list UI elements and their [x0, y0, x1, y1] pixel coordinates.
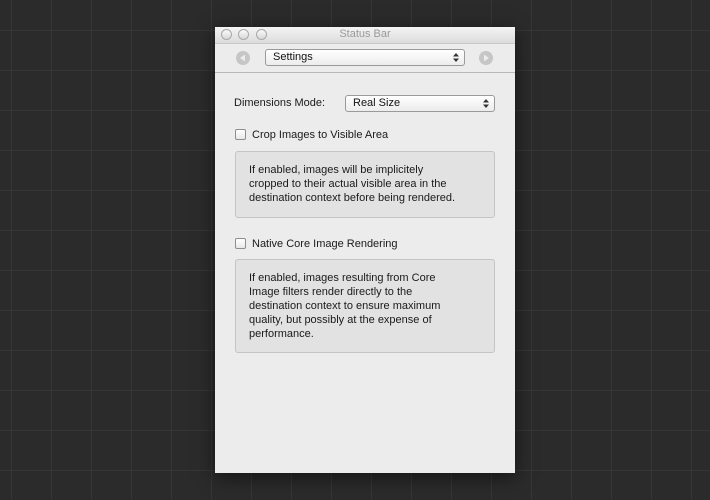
native-core-image-label[interactable]: Native Core Image Rendering: [252, 238, 398, 250]
back-button[interactable]: [236, 51, 250, 65]
chevron-updown-icon: [453, 53, 459, 62]
description-line: cropped to their actual visible area in …: [249, 178, 447, 190]
description-line: performance.: [249, 328, 314, 340]
crop-images-label[interactable]: Crop Images to Visible Area: [252, 129, 388, 141]
description-line: If enabled, images will be implicitely: [249, 164, 424, 176]
description-line: Image filters render directly to the: [249, 286, 413, 298]
inspector-window: Status Bar Settings Dimensions Mode: Rea…: [215, 27, 515, 473]
crop-images-description: If enabled, images will be implicitely c…: [235, 151, 495, 218]
chevron-updown-icon: [483, 99, 489, 108]
description-line: quality, but possibly at the expense of: [249, 314, 432, 326]
native-core-image-checkbox[interactable]: [235, 238, 246, 249]
toolbar: Settings: [215, 44, 515, 73]
description-line: destination context to ensure maximum: [249, 300, 441, 312]
description-line: If enabled, images resulting from Core: [249, 272, 436, 284]
panel-select[interactable]: Settings: [265, 49, 465, 66]
native-core-image-description: If enabled, images resulting from Core I…: [235, 259, 495, 353]
chevron-right-icon: [484, 54, 489, 62]
forward-button[interactable]: [479, 51, 493, 65]
panel-select-value: Settings: [273, 51, 313, 63]
dimensions-mode-select[interactable]: Real Size: [345, 95, 495, 112]
crop-images-checkbox[interactable]: [235, 129, 246, 140]
dimensions-mode-value: Real Size: [353, 97, 401, 109]
dimensions-mode-label: Dimensions Mode:: [234, 97, 326, 109]
description-line: destination context before being rendere…: [249, 192, 456, 204]
title-bar[interactable]: Status Bar: [215, 27, 515, 44]
chevron-left-icon: [240, 54, 245, 62]
window-title: Status Bar: [339, 28, 391, 40]
